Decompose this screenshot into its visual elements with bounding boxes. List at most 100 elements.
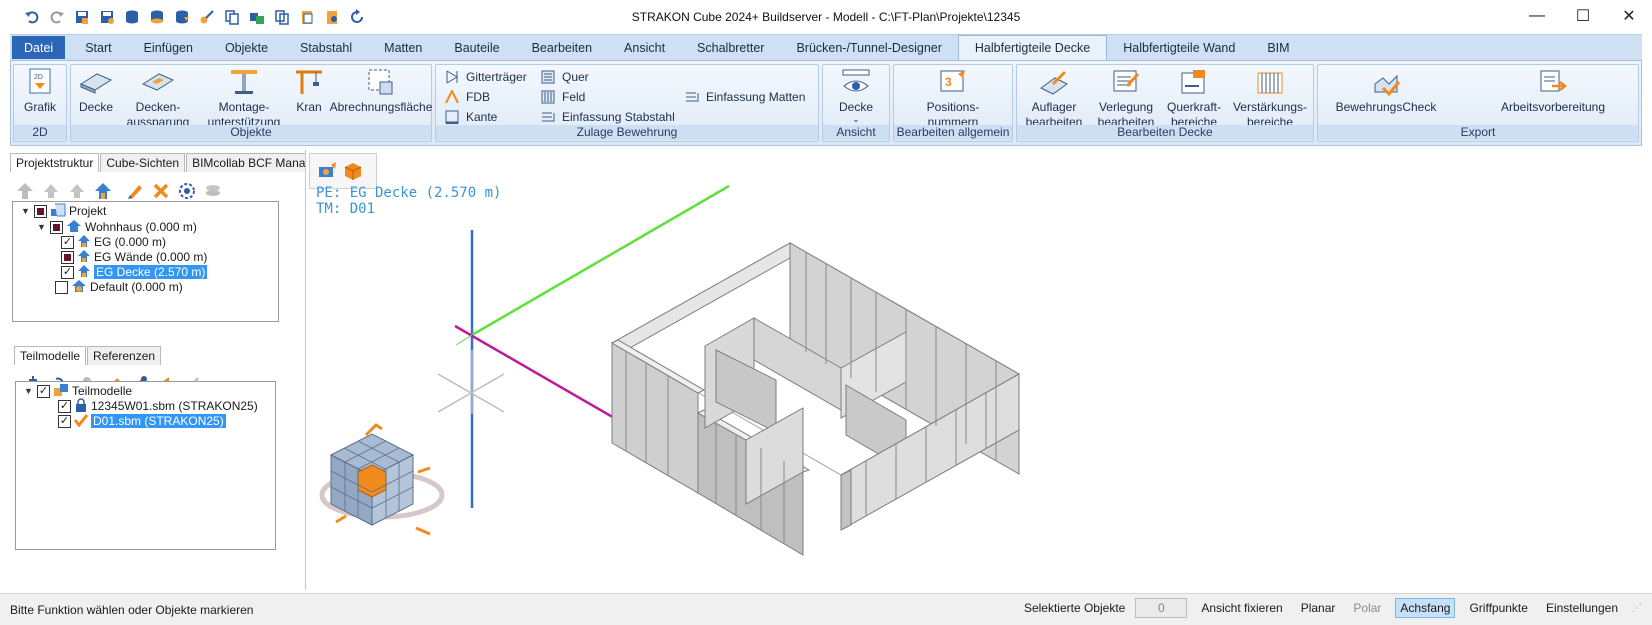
collapse-icon[interactable]: ▼ bbox=[24, 386, 34, 396]
tab-teilmodelle[interactable]: Teilmodelle bbox=[14, 346, 87, 365]
checkbox-12345w01[interactable]: ✓ bbox=[58, 399, 71, 413]
close-button[interactable]: ✕ bbox=[1606, 0, 1652, 32]
view-cube-arrow-top-icon[interactable] bbox=[364, 423, 383, 437]
verstaerkungsbereiche-button[interactable]: Verstärkungs- bereiche bbox=[1227, 67, 1313, 130]
fdb-label: FDB bbox=[466, 90, 490, 104]
tree-node-default[interactable]: Default (0.000 m) bbox=[55, 279, 183, 295]
querkraftbereiche-button[interactable]: Querkraft- bereiche bbox=[1161, 67, 1227, 130]
resize-grip-icon[interactable]: ⋰ bbox=[1632, 603, 1642, 614]
view-cube-widget[interactable] bbox=[319, 423, 445, 536]
toggle-achsfang[interactable]: Achsfang bbox=[1395, 598, 1456, 618]
grafik-2d-icon: 2D bbox=[23, 67, 57, 97]
building-model bbox=[610, 242, 1021, 556]
bewehrungscheck-button[interactable]: BewehrungsCheck bbox=[1324, 67, 1448, 115]
tab-start[interactable]: Start bbox=[69, 35, 127, 60]
decke-ansicht-button[interactable]: Decke ⌄ bbox=[823, 67, 889, 124]
tab-bruecken-tunnel-designer[interactable]: Brücken-/Tunnel-Designer bbox=[780, 35, 957, 60]
tree-label-eg: EG (0.000 m) bbox=[94, 235, 167, 249]
freeze-icon[interactable] bbox=[176, 180, 198, 202]
einfassung-stabstahl-button[interactable]: Einfassung Stabstahl bbox=[540, 109, 675, 125]
arbeitsvorbereitung-label: Arbeitsvorbereitung bbox=[1500, 100, 1606, 114]
tab-einfuegen[interactable]: Einfügen bbox=[128, 35, 209, 60]
grafik-button[interactable]: 2D Grafik bbox=[14, 67, 66, 115]
checkbox-eg-decke[interactable]: ✓ bbox=[61, 265, 74, 279]
toggle-griffpunkte[interactable]: Griffpunkte bbox=[1465, 599, 1531, 617]
crane-icon bbox=[292, 67, 326, 97]
tab-bauteile[interactable]: Bauteile bbox=[438, 35, 515, 60]
tab-halbfertigteile-decke[interactable]: Halbfertigteile Decke bbox=[957, 35, 1108, 60]
kante-label: Kante bbox=[466, 110, 498, 124]
kante-button[interactable]: Kante bbox=[444, 109, 497, 125]
minimize-button[interactable]: — bbox=[1514, 0, 1560, 32]
tab-bim[interactable]: BIM bbox=[1251, 35, 1305, 60]
edge-icon bbox=[444, 109, 460, 125]
models-icon bbox=[53, 383, 69, 400]
tab-matten[interactable]: Matten bbox=[368, 35, 438, 60]
shear-zone-icon bbox=[1177, 67, 1211, 97]
tab-cube-sichten[interactable]: Cube-Sichten bbox=[100, 153, 186, 172]
collapse-icon[interactable]: ▼ bbox=[37, 222, 47, 232]
tree-node-d01[interactable]: ✓ D01.sbm (STRAKON25) bbox=[58, 413, 226, 429]
toggle-ansicht-fixieren[interactable]: Ansicht fixieren bbox=[1197, 599, 1286, 617]
fdb-button[interactable]: FDB bbox=[444, 89, 490, 105]
auflager-bearbeiten-button[interactable]: Auflager bearbeiten bbox=[1021, 67, 1087, 130]
position-numbers-icon: 3 bbox=[936, 67, 970, 97]
tree-node-projekt[interactable]: ▼ Projekt bbox=[21, 203, 106, 219]
view-cube-arrow-right-icon[interactable] bbox=[417, 466, 431, 474]
delete-icon[interactable] bbox=[150, 180, 172, 202]
tab-objekte[interactable]: Objekte bbox=[209, 35, 284, 60]
reinforcement-zone-icon bbox=[1253, 67, 1287, 97]
view-cube-arrow-left-icon[interactable] bbox=[335, 514, 347, 524]
feld-button[interactable]: Feld bbox=[540, 89, 585, 105]
svg-text:3: 3 bbox=[945, 75, 952, 89]
einstellungen-button[interactable]: Einstellungen bbox=[1542, 599, 1622, 617]
tab-bearbeiten[interactable]: Bearbeiten bbox=[516, 35, 608, 60]
tab-referenzen[interactable]: Referenzen bbox=[87, 346, 162, 365]
view-cube-arrow-bottom-icon[interactable] bbox=[415, 526, 431, 536]
positionsnummern-button[interactable]: 3 Positions- nummern bbox=[894, 67, 1012, 130]
gitterträger-button[interactable]: Gitterträger bbox=[444, 69, 527, 85]
checkbox-wohnhaus[interactable] bbox=[50, 220, 63, 234]
tab-halbfertigteile-wand[interactable]: Halbfertigteile Wand bbox=[1107, 35, 1251, 60]
checkbox-teilmodelle[interactable]: ✓ bbox=[37, 384, 50, 398]
deckenaussparung-button[interactable]: Decken- aussparung bbox=[123, 67, 193, 130]
decke-ansicht-dropdown-icon: ⌄ bbox=[852, 114, 860, 124]
tab-ansicht[interactable]: Ansicht bbox=[608, 35, 681, 60]
move-up-icon[interactable] bbox=[40, 180, 62, 202]
tab-projektstruktur[interactable]: Projektstruktur bbox=[10, 153, 100, 172]
view-cube-highlight[interactable] bbox=[357, 464, 387, 498]
toggle-polar[interactable]: Polar bbox=[1349, 599, 1385, 617]
arbeitsvorbereitung-button[interactable]: Arbeitsvorbereitung bbox=[1478, 67, 1628, 115]
collapse-icon[interactable]: ▼ bbox=[21, 206, 31, 216]
home-level-icon[interactable] bbox=[92, 180, 114, 202]
tree-node-wohnhaus[interactable]: ▼ Wohnhaus (0.000 m) bbox=[37, 219, 197, 235]
mesh-enclosure-icon bbox=[684, 89, 700, 105]
checkbox-eg-waende[interactable] bbox=[61, 250, 74, 264]
tab-schalbretter[interactable]: Schalbretter bbox=[681, 35, 780, 60]
tab-stabstahl[interactable]: Stabstahl bbox=[284, 35, 368, 60]
verlegung-label-1: Verlegung bbox=[1098, 100, 1154, 114]
verlegung-bearbeiten-button[interactable]: Verlegung bearbeiten bbox=[1093, 67, 1159, 130]
layers-icon[interactable] bbox=[202, 180, 224, 202]
abrechnungsflaeche-label: Abrechnungsfläche bbox=[329, 100, 433, 114]
abrechnungsflaeche-button[interactable]: Abrechnungsfläche bbox=[329, 67, 433, 115]
einfassung-matten-button[interactable]: Einfassung Matten bbox=[684, 89, 805, 105]
quer-button[interactable]: Quer bbox=[540, 69, 589, 85]
kran-button[interactable]: Kran bbox=[289, 67, 329, 115]
toggle-planar[interactable]: Planar bbox=[1297, 599, 1340, 617]
checkbox-default[interactable] bbox=[55, 280, 68, 294]
group-bearbeiten-decke: Auflager bearbeiten Verlegung bearbeiten… bbox=[1016, 64, 1314, 142]
group-export-label: Export bbox=[1318, 125, 1638, 140]
montageunterstuetzung-button[interactable]: Montage- unterstützung bbox=[199, 67, 289, 130]
maximize-button[interactable]: ☐ bbox=[1560, 0, 1606, 32]
edit-pen-icon[interactable] bbox=[124, 180, 146, 202]
move-up-double-icon[interactable] bbox=[14, 180, 36, 202]
decke-button[interactable]: Decke bbox=[75, 67, 117, 115]
3d-viewport[interactable]: PE: EG Decke (2.570 m) TM: D01 bbox=[305, 150, 1650, 590]
auflager-label-1: Auflager bbox=[1031, 100, 1077, 114]
checkbox-eg[interactable]: ✓ bbox=[61, 235, 74, 249]
checkbox-d01[interactable]: ✓ bbox=[58, 414, 71, 428]
checkbox-projekt[interactable] bbox=[34, 204, 47, 218]
level-up-icon[interactable] bbox=[66, 180, 88, 202]
tab-datei[interactable]: Datei bbox=[12, 36, 66, 59]
